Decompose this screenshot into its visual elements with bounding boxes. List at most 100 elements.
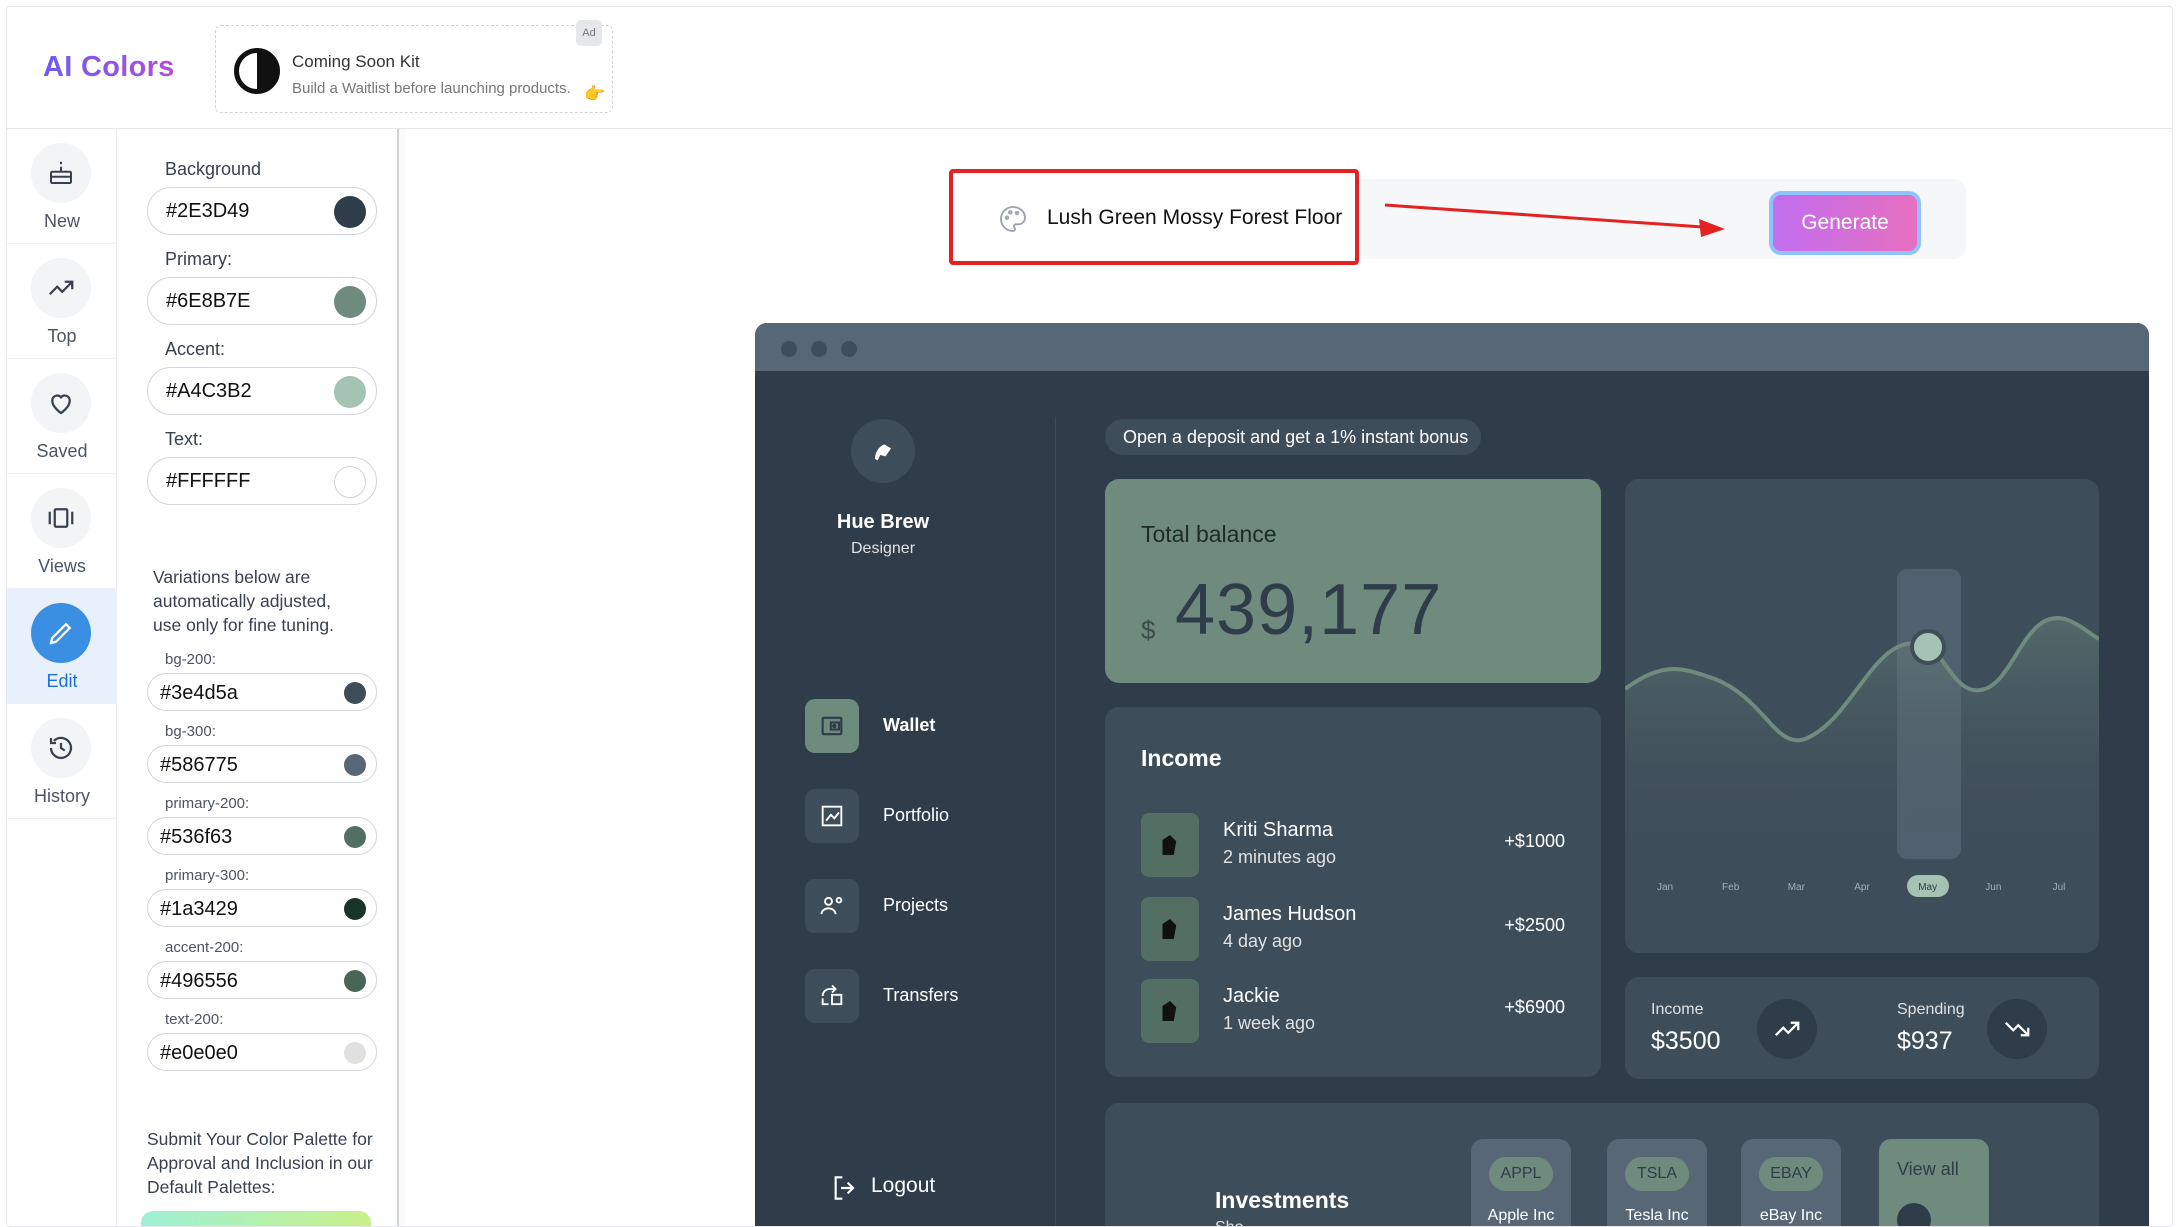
pointing-hand-icon: 👉 <box>584 84 606 103</box>
accent-value: #A4C3B2 <box>166 380 252 402</box>
arrow-annotation-icon <box>1384 203 1725 237</box>
accent-200-field[interactable]: #496556 <box>147 961 377 999</box>
promo-banner[interactable]: Open a deposit and get a 1% instant bonu… <box>1105 419 1481 455</box>
ad-banner[interactable]: Coming Soon Kit Build a Waitlist before … <box>215 20 613 113</box>
menu-label: Wallet <box>883 715 936 735</box>
bg-300-swatch[interactable] <box>344 754 366 776</box>
nav-icon-wrap <box>31 258 91 318</box>
accent-200-swatch[interactable] <box>344 970 366 992</box>
prompt-input[interactable]: Lush Green Mossy Forest Floor <box>949 169 1359 265</box>
variation-value: #496556 <box>160 970 238 992</box>
income-stat-label: Income <box>1651 1001 1704 1018</box>
primary-swatch[interactable] <box>334 286 366 318</box>
list-item[interactable]: James Hudson 4 day ago +$2500 <box>1141 897 1565 961</box>
income-time: 4 day ago <box>1223 931 1303 951</box>
investments-card: Investments Sho... APPL Apple Inc TSLA T… <box>1105 1103 2099 1226</box>
variation-label: bg-300: <box>165 723 216 740</box>
view-all-button[interactable]: View all <box>1879 1139 1989 1226</box>
nav-label: Top <box>47 326 77 346</box>
ad-title: Coming Soon Kit <box>292 52 420 71</box>
text-200-field[interactable]: #e0e0e0 <box>147 1033 377 1071</box>
bg-200-swatch[interactable] <box>344 682 366 704</box>
nav-label: Views <box>38 556 86 576</box>
stats-card: Income $3500 Spending $937 <box>1625 977 2099 1079</box>
window-dot <box>841 341 857 357</box>
text-200-swatch[interactable] <box>344 1042 366 1064</box>
income-name: Jackie <box>1223 985 1280 1007</box>
heart-icon <box>51 394 71 415</box>
stock-name: Apple Inc <box>1487 1207 1555 1224</box>
primary-300-field[interactable]: #1a3429 <box>147 889 377 927</box>
primary-color-field[interactable]: #6E8B7E <box>147 277 377 325</box>
nav-item-saved[interactable]: Saved <box>7 359 117 474</box>
balance-title: Total balance <box>1141 521 1277 547</box>
contact-avatar <box>1141 813 1199 877</box>
nav-label: History <box>33 786 90 806</box>
chart-card: Jan Feb Mar Apr May Jun Jul <box>1625 479 2099 953</box>
bg-200-field[interactable]: #3e4d5a <box>147 673 377 711</box>
logout-button[interactable]: Logout <box>829 1171 935 1205</box>
accent-color-field[interactable]: #A4C3B2 <box>147 367 377 415</box>
submit-note: Submit Your Color Palette for Approval a… <box>147 1129 373 1197</box>
stock-card-ebay[interactable]: EBAY eBay Inc <box>1741 1139 1841 1226</box>
palette-icon <box>1000 206 1026 232</box>
selected-point[interactable] <box>1910 629 1946 665</box>
panel-scrollbar[interactable] <box>397 129 405 1226</box>
income-card: Income Kriti Sharma 2 minutes ago +$1000… <box>1105 707 1601 1077</box>
background-color-field[interactable]: #2E3D49 <box>147 187 377 235</box>
bg-300-field[interactable]: #586775 <box>147 745 377 783</box>
view-all-label: View all <box>1897 1159 1959 1179</box>
primary-label: Primary: <box>165 249 232 269</box>
variation-label: bg-200: <box>165 651 216 668</box>
left-nav: New Top Saved Views Edit History <box>7 129 117 1226</box>
primary-200-swatch[interactable] <box>344 826 366 848</box>
primary-300-swatch[interactable] <box>344 898 366 920</box>
logout-label: Logout <box>871 1174 936 1197</box>
app-logo[interactable]: AI Colors <box>43 51 175 84</box>
x-tick-label: Feb <box>1722 882 1740 893</box>
user-name: Hue Brew <box>836 511 930 533</box>
nav-item-top[interactable]: Top <box>7 244 117 359</box>
nav-icon-wrap <box>31 718 91 778</box>
window-titlebar <box>755 323 2149 371</box>
background-swatch[interactable] <box>334 196 366 228</box>
pencil-icon <box>49 622 72 645</box>
text-color-field[interactable]: #FFFFFF <box>147 457 377 505</box>
stock-card-tsla[interactable]: TSLA Tesla Inc <box>1607 1139 1707 1226</box>
x-tick-label: May <box>1918 882 1937 893</box>
variation-value: #586775 <box>160 754 238 776</box>
x-tick-label: Apr <box>1854 882 1870 893</box>
income-name: James Hudson <box>1223 903 1357 925</box>
preview-divider <box>1055 417 1056 1226</box>
submit-palette-button[interactable] <box>141 1211 371 1226</box>
history-icon <box>49 736 73 760</box>
spending-stat-button[interactable] <box>1987 999 2047 1059</box>
nav-item-history[interactable]: History <box>7 704 117 819</box>
area-fill <box>1625 618 2099 859</box>
list-item[interactable]: Kriti Sharma 2 minutes ago +$1000 <box>1141 813 1565 877</box>
stock-card-appl[interactable]: APPL Apple Inc <box>1471 1139 1571 1226</box>
menu-icon-wrap <box>805 879 859 933</box>
income-stat-button[interactable] <box>1757 999 1817 1059</box>
menu-label: Portfolio <box>883 805 950 825</box>
nav-item-edit[interactable]: Edit <box>7 589 117 704</box>
prompt-text: Lush Green Mossy Forest Floor <box>1047 206 1343 229</box>
generate-button[interactable]: Generate <box>1769 191 1921 255</box>
income-amount: +$6900 <box>1504 997 1565 1017</box>
window-dot <box>811 341 827 357</box>
accent-swatch[interactable] <box>334 376 366 408</box>
variation-value: #e0e0e0 <box>160 1042 238 1064</box>
nav-label: Saved <box>36 441 88 461</box>
balance-currency: $ <box>1141 615 1156 645</box>
primary-value: #6E8B7E <box>166 290 251 312</box>
investments-title: Investments <box>1215 1187 1350 1213</box>
list-item[interactable]: Jackie 1 week ago +$6900 <box>1141 979 1565 1043</box>
text-swatch[interactable] <box>334 466 366 498</box>
nav-item-views[interactable]: Views <box>7 474 117 589</box>
income-amount: +$2500 <box>1504 915 1565 935</box>
primary-200-field[interactable]: #536f63 <box>147 817 377 855</box>
accent-label: Accent: <box>165 339 226 359</box>
background-label: Background <box>165 159 262 179</box>
contact-avatar <box>1141 897 1199 961</box>
nav-item-new[interactable]: New <box>7 129 117 244</box>
